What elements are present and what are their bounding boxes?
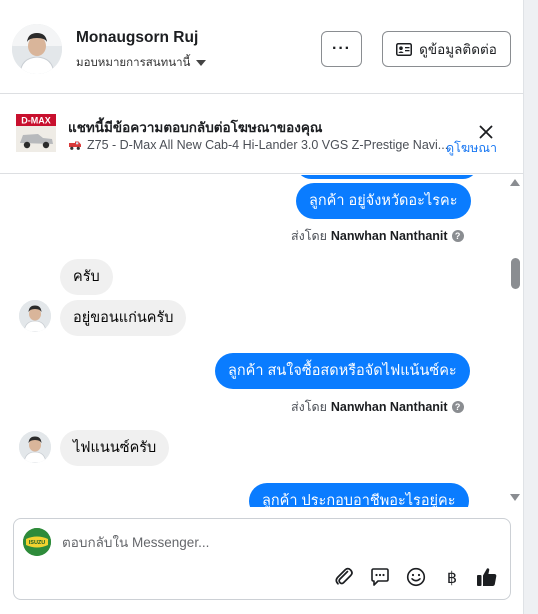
contact-card-icon (396, 42, 413, 56)
sent-by-label: ส่งโดย Nanwhan Nanthanit ? (291, 226, 464, 246)
message-bubble-incoming[interactable]: ครับ (60, 259, 113, 295)
message-bubble-outgoing-partial (296, 175, 478, 179)
sender-name: Nanwhan Nanthanit (330, 229, 448, 243)
message-composer[interactable]: ISUZU ฿ (13, 518, 511, 600)
person-photo-icon (12, 24, 62, 74)
isuzu-logo-icon: ISUZU (23, 528, 51, 556)
thread-scrollbar[interactable] (508, 175, 523, 507)
customer-avatar-small (19, 431, 51, 463)
emoji-icon (406, 567, 426, 587)
ad-banner-subtitle-text: Z75 - D-Max All New Cab-4 Hi-Lander 3.0 … (87, 138, 449, 152)
customer-avatar[interactable] (12, 24, 62, 74)
customer-avatar-small (19, 300, 51, 332)
message-thread[interactable]: ลูกค้า อยู่จังหวัดอะไรคะ ส่งโดย Nanwhan … (0, 175, 523, 507)
sent-by-prefix: ส่งโดย (291, 400, 327, 414)
conversation-panel: Monaugsorn Ruj มอบหมายการสนทนานี้ ··· ดู… (0, 0, 523, 614)
page-badge-text: ISUZU (29, 540, 46, 546)
sent-by-prefix: ส่งโดย (291, 229, 327, 243)
caret-down-icon (196, 60, 207, 66)
sender-name: Nanwhan Nanthanit (330, 400, 448, 414)
pickup-truck-emoji-icon (69, 141, 81, 150)
person-photo-icon (19, 431, 51, 463)
more-options-button[interactable]: ··· (321, 31, 362, 67)
close-banner-button[interactable] (478, 124, 494, 145)
assign-conversation-dropdown[interactable]: มอบหมายการสนทนานี้ (76, 54, 207, 72)
conversation-header: Monaugsorn Ruj มอบหมายการสนทนานี้ ··· ดู… (0, 0, 523, 94)
saved-replies-button[interactable] (368, 565, 392, 589)
view-contact-label: ดูข้อมูลติดต่อ (419, 42, 497, 57)
emoji-button[interactable] (404, 565, 428, 589)
page-avatar: ISUZU (23, 528, 51, 556)
ad-banner-title: แชทนี้มีข้อความตอบกลับต่อโฆษณาของคุณ (68, 120, 323, 135)
ad-thumbnail: D-MAX (16, 114, 56, 152)
scrollbar-thumb[interactable] (511, 258, 520, 289)
attachment-icon (335, 567, 353, 585)
reply-input[interactable] (62, 532, 482, 552)
payment-button[interactable]: ฿ (440, 565, 464, 589)
person-photo-icon (19, 300, 51, 332)
ad-reply-banner: D-MAX แชทนี้มีข้อความตอบกลับต่อโฆษณาของค… (0, 95, 523, 174)
info-icon[interactable]: ? (451, 230, 464, 242)
saved-replies-icon (371, 568, 389, 586)
close-icon (479, 125, 493, 139)
customer-name: Monaugsorn Ruj (76, 29, 199, 46)
message-bubble-incoming[interactable]: อยู่ขอนแก่นครับ (60, 300, 187, 336)
like-button[interactable] (475, 565, 499, 589)
message-bubble-outgoing[interactable]: ลูกค้า อยู่จังหวัดอะไรคะ (296, 183, 471, 219)
scroll-down-icon[interactable] (510, 494, 520, 501)
svg-text:฿: ฿ (447, 568, 457, 587)
sent-by-label: ส่งโดย Nanwhan Nanthanit ? (291, 397, 464, 417)
ad-banner-subtitle: Z75 - D-Max All New Cab-4 Hi-Lander 3.0 … (68, 138, 448, 152)
baht-icon: ฿ (447, 568, 457, 587)
window-edge (523, 0, 538, 614)
message-bubble-incoming[interactable]: ไฟแนนซ์ครับ (60, 430, 170, 466)
message-bubble-outgoing[interactable]: ลูกค้า สนใจซื้อสดหรือจัดไฟแน้นซ์คะ (215, 353, 470, 389)
attachment-button[interactable] (332, 565, 356, 589)
info-icon[interactable]: ? (451, 401, 464, 413)
dmax-truck-icon: D-MAX (16, 114, 56, 152)
ad-thumb-text: D-MAX (21, 116, 51, 126)
message-bubble-outgoing[interactable]: ลูกค้า ประกอบอาชีพอะไรอยู่คะ (249, 483, 469, 507)
scroll-up-icon[interactable] (510, 179, 520, 186)
assign-label: มอบหมายการสนทนานี้ (76, 57, 191, 69)
view-contact-button[interactable]: ดูข้อมูลติดต่อ (382, 31, 511, 67)
thumbs-up-icon (477, 568, 497, 586)
